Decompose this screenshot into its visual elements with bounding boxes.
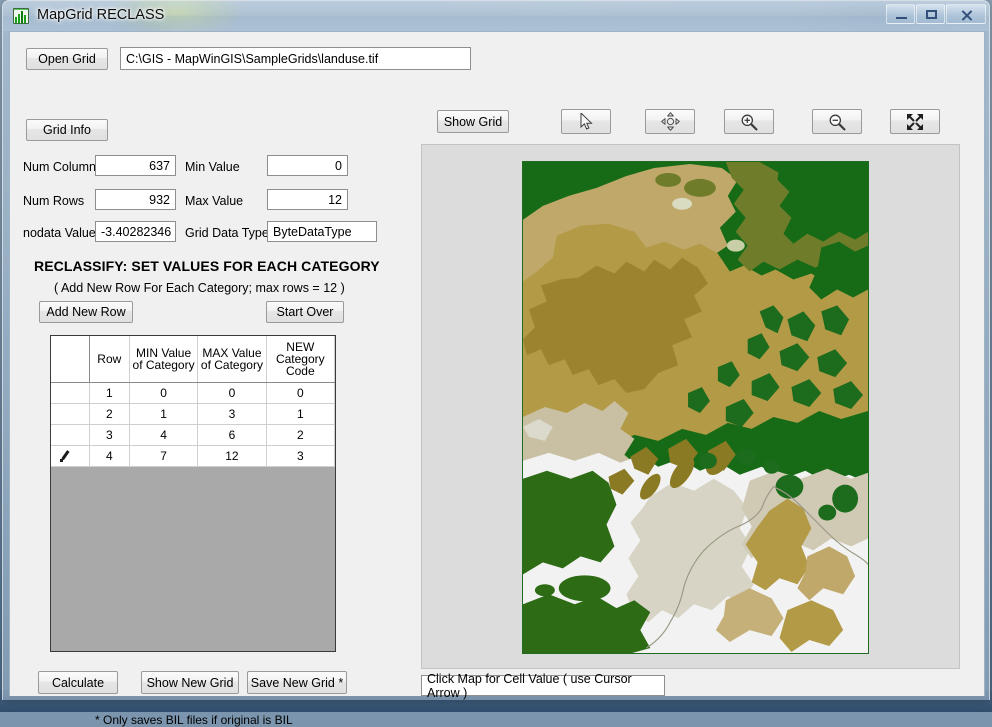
column-header-new-line1: NEW [267, 341, 334, 353]
window-title: MapGrid RECLASS [37, 7, 164, 23]
max-value-input[interactable]: 12 [267, 189, 348, 210]
zoom-in-button[interactable] [724, 109, 774, 134]
cell-min-value[interactable]: 7 [129, 445, 197, 466]
cell-min-value[interactable]: 1 [129, 403, 197, 424]
cell-max-value[interactable]: 3 [198, 403, 266, 424]
cell-max-value[interactable]: 6 [198, 424, 266, 445]
column-header-max-value[interactable]: MAX Value of Category [198, 336, 266, 382]
cell-max-value[interactable]: 12 [198, 445, 266, 466]
cell-min-value[interactable]: 4 [129, 424, 197, 445]
cell-new-category-code[interactable]: 3 [266, 445, 334, 466]
grid-data-type-input[interactable]: ByteDataType [267, 221, 377, 242]
column-header-max-line2: of Category [198, 359, 265, 371]
cell-row[interactable]: 2 [89, 403, 129, 424]
add-new-row-button[interactable]: Add New Row [39, 301, 133, 323]
nodata-value-label: nodata Value [23, 226, 96, 240]
row-selector-cell[interactable] [51, 445, 89, 466]
cell-row[interactable]: 3 [89, 424, 129, 445]
column-header-max-line1: MAX Value [198, 347, 265, 359]
num-columns-label: Num Columns [23, 160, 102, 174]
grid-path-input[interactable]: C:\GIS - MapWinGIS\SampleGrids\landuse.t… [120, 47, 471, 70]
row-selector-cell[interactable] [51, 403, 89, 424]
close-button[interactable] [946, 4, 986, 24]
table-header-row: Row MIN Value of Category MAX Value of C… [51, 336, 335, 382]
cell-min-value[interactable]: 0 [129, 382, 197, 403]
minimize-icon [887, 5, 914, 23]
cell-new-category-code[interactable]: 0 [266, 382, 334, 403]
zoom-in-icon [740, 113, 758, 131]
column-header-new-line3: Code [267, 365, 334, 377]
nodata-value-input[interactable]: -3.40282346 [95, 221, 176, 242]
column-header-min-line2: of Category [130, 359, 197, 371]
reclassify-subtitle: ( Add New Row For Each Category; max row… [54, 281, 345, 295]
max-value-label: Max Value [185, 194, 243, 208]
reclassify-table-inner: Row MIN Value of Category MAX Value of C… [51, 336, 335, 467]
calculate-button[interactable]: Calculate [38, 671, 118, 694]
title-bar: MapGrid RECLASS [3, 1, 989, 31]
table-body: 10002131346247123 [51, 382, 335, 466]
zoom-out-icon [828, 113, 846, 131]
cell-row[interactable]: 1 [89, 382, 129, 403]
reclassify-title: RECLASSIFY: SET VALUES FOR EACH CATEGORY [34, 258, 380, 274]
cell-new-category-code[interactable]: 2 [266, 424, 334, 445]
cell-row[interactable]: 4 [89, 445, 129, 466]
row-selector-cell[interactable] [51, 424, 89, 445]
column-header-min-value[interactable]: MIN Value of Category [129, 336, 197, 382]
landuse-raster-image[interactable] [522, 161, 869, 654]
cursor-arrow-icon [580, 113, 593, 130]
num-rows-label: Num Rows [23, 194, 84, 208]
pan-move-icon [661, 112, 680, 131]
column-header-row-line1: Row [90, 353, 129, 365]
start-over-button[interactable]: Start Over [266, 301, 344, 323]
min-value-label: Min Value [185, 160, 240, 174]
grid-data-type-label: Grid Data Type [185, 226, 269, 240]
cursor-tool-button[interactable] [561, 109, 611, 134]
full-extent-button[interactable] [890, 109, 940, 134]
column-header-new-category-code[interactable]: NEW Category Code [266, 336, 334, 382]
column-header-min-line1: MIN Value [130, 347, 197, 359]
grid-chart-icon [13, 8, 29, 24]
save-new-grid-button[interactable]: Save New Grid * [247, 671, 347, 694]
cell-max-value[interactable]: 0 [198, 382, 266, 403]
column-header-new-line2: Category [267, 353, 334, 365]
show-new-grid-button[interactable]: Show New Grid [141, 671, 239, 694]
grid-info-button[interactable]: Grid Info [26, 119, 108, 141]
minimize-button[interactable] [886, 4, 915, 24]
maximize-icon [917, 5, 944, 23]
column-header-selector[interactable] [51, 336, 89, 382]
pencil-icon [60, 450, 72, 462]
application-window: MapGrid RECLASS Open Grid C:\GIS - MapWi… [2, 0, 990, 700]
bil-footnote: * Only saves BIL files if original is BI… [95, 713, 293, 727]
table-row[interactable]: 2131 [51, 403, 335, 424]
client-area: Open Grid C:\GIS - MapWinGIS\SampleGrids… [9, 31, 985, 696]
pan-tool-button[interactable] [645, 109, 695, 134]
min-value-input[interactable]: 0 [267, 155, 348, 176]
show-grid-button[interactable]: Show Grid [437, 110, 509, 133]
maximize-button[interactable] [916, 4, 945, 24]
full-extent-icon [905, 112, 925, 132]
map-panel[interactable] [421, 144, 960, 669]
row-selector-cell[interactable] [51, 382, 89, 403]
reclassify-table[interactable]: Row MIN Value of Category MAX Value of C… [50, 335, 336, 652]
zoom-out-button[interactable] [812, 109, 862, 134]
landuse-raster-svg [523, 162, 868, 653]
open-grid-button[interactable]: Open Grid [26, 48, 108, 70]
map-status-input[interactable]: Click Map for Cell Value ( use Cursor Ar… [421, 675, 665, 696]
num-columns-input[interactable]: 637 [95, 155, 176, 176]
close-icon [947, 5, 985, 23]
table-row[interactable]: 3462 [51, 424, 335, 445]
table-row[interactable]: 47123 [51, 445, 335, 466]
cell-new-category-code[interactable]: 1 [266, 403, 334, 424]
column-header-row[interactable]: Row [89, 336, 129, 382]
num-rows-input[interactable]: 932 [95, 189, 176, 210]
table-row[interactable]: 1000 [51, 382, 335, 403]
